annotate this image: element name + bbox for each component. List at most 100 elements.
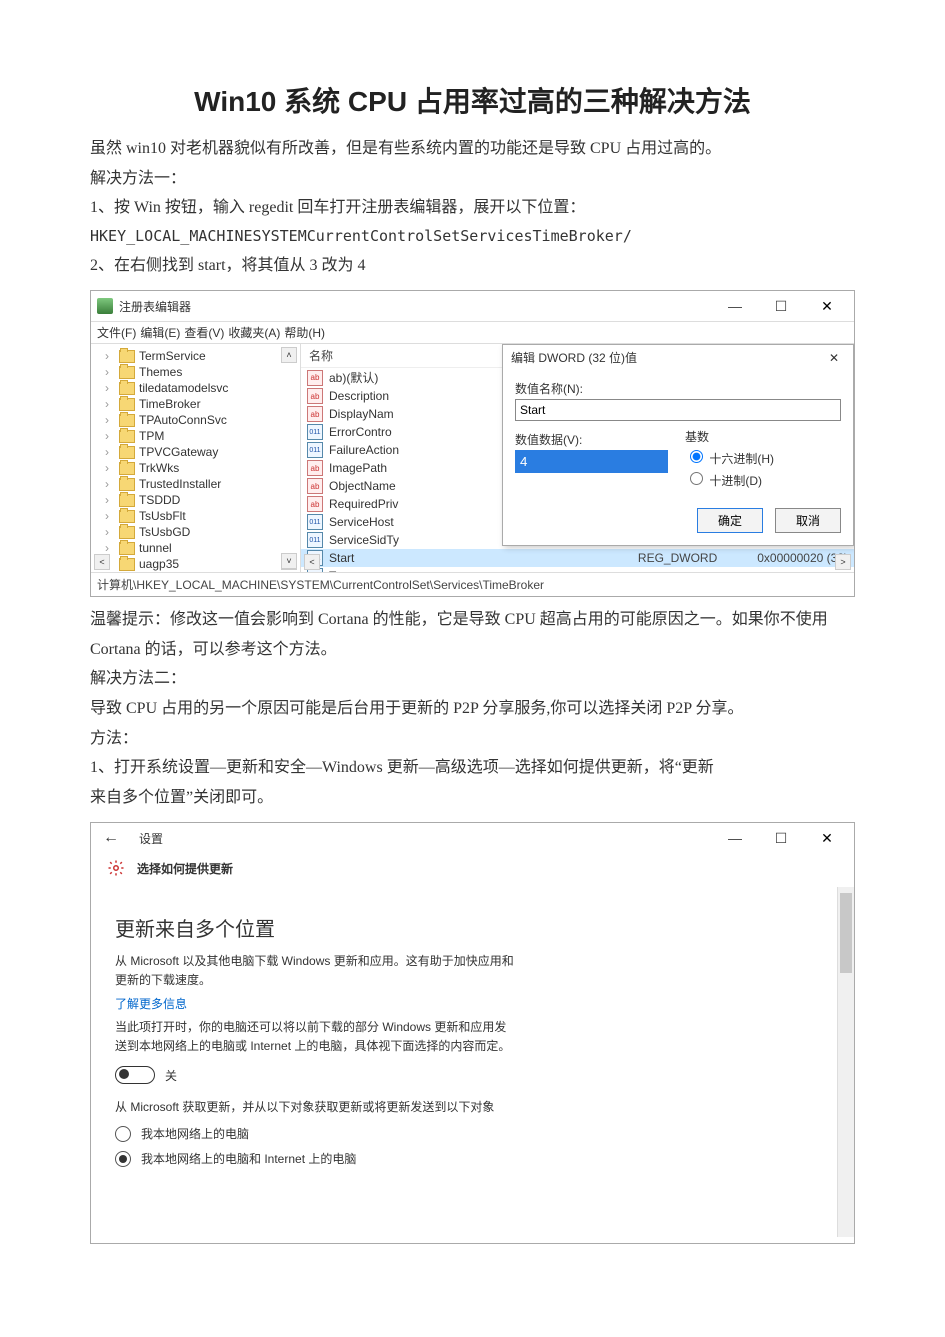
folder-icon — [119, 494, 135, 507]
option-local-label: 我本地网络上的电脑 — [141, 1125, 249, 1142]
settings-option-local[interactable]: 我本地网络上的电脑 — [115, 1125, 830, 1142]
tree-hscroll-left[interactable]: < — [94, 554, 110, 570]
tip-text: 温馨提示：修改这一值会影响到 Cortana 的性能，它是导致 CPU 超高占用… — [90, 605, 855, 664]
folder-icon — [119, 462, 135, 475]
method2-line1: 导致 CPU 占用的另一个原因可能是后台用于更新的 P2P 分享服务,你可以选择… — [90, 694, 855, 724]
dword-data-label: 数值数据(V): — [515, 431, 668, 448]
tree-scroll-down[interactable]: ˅ — [281, 553, 297, 569]
menu-view[interactable]: 查看(V) — [184, 324, 224, 341]
radio-icon-selected — [115, 1151, 131, 1167]
dword-edit-dialog: 编辑 DWORD (32 位)值 ✕ 数值名称(N): 数值数据(V): — [502, 344, 854, 546]
scrollbar-thumb[interactable] — [840, 893, 852, 973]
dword-name-label: 数值名称(N): — [515, 380, 841, 397]
dword-dialog-close-button[interactable]: ✕ — [823, 351, 845, 365]
value-row[interactable]: 011Type — [301, 567, 854, 572]
menu-help[interactable]: 帮助(H) — [284, 324, 325, 341]
binary-value-icon: 011 — [307, 532, 323, 548]
settings-paragraph-2: 当此项打开时，你的电脑还可以将以前下载的部分 Windows 更新和应用发送到本… — [115, 1018, 515, 1056]
binary-value-icon: 011 — [307, 442, 323, 458]
tree-node[interactable]: ›tiledatamodelsvc — [93, 380, 298, 396]
settings-scrollbar[interactable] — [837, 887, 854, 1237]
method2-line2: 方法： — [90, 724, 855, 754]
toggle-track — [115, 1066, 155, 1084]
intro-text: 虽然 win10 对老机器貌似有所改善，但是有些系统内置的功能还是导致 CPU … — [90, 134, 855, 164]
menu-favorites[interactable]: 收藏夹(A) — [228, 324, 280, 341]
settings-maximize-button[interactable]: ☐ — [760, 827, 802, 849]
folder-icon — [119, 398, 135, 411]
folder-icon — [119, 558, 135, 571]
radix-hex-option[interactable]: 十六进制(H) — [685, 447, 838, 467]
method1-registry-path: HKEY_LOCAL_MACHINESYSTEMCurrentControlSe… — [90, 223, 855, 251]
binary-value-icon: 011 — [307, 424, 323, 440]
tree-node[interactable]: ›TimeBroker — [93, 396, 298, 412]
folder-icon — [119, 478, 135, 491]
string-value-icon: ab — [307, 406, 323, 422]
tree-node[interactable]: ›TrkWks — [93, 460, 298, 476]
settings-toggle[interactable]: 关 — [115, 1066, 830, 1084]
tree-node[interactable]: ›TermService — [93, 348, 298, 364]
article-body-2: 温馨提示：修改这一值会影响到 Cortana 的性能，它是导致 CPU 超高占用… — [90, 605, 855, 812]
toggle-knob — [119, 1069, 129, 1079]
regedit-status-path: 计算机\HKEY_LOCAL_MACHINE\SYSTEM\CurrentCon… — [91, 572, 854, 596]
menu-file[interactable]: 文件(F) — [97, 324, 136, 341]
tree-node[interactable]: ›uagp35 — [93, 556, 298, 572]
string-value-icon: ab — [307, 460, 323, 476]
settings-section-header: 更新来自多个位置 — [115, 913, 830, 942]
values-hscroll-left[interactable]: < — [304, 554, 320, 570]
folder-icon — [119, 542, 135, 555]
toggle-label: 关 — [165, 1067, 177, 1084]
string-value-icon: ab — [307, 478, 323, 494]
tree-scroll-up[interactable]: ˄ — [281, 347, 297, 363]
tree-node[interactable]: ›Themes — [93, 364, 298, 380]
settings-option-internet[interactable]: 我本地网络上的电脑和 Internet 上的电脑 — [115, 1150, 830, 1167]
tree-node[interactable]: ›TSDDD — [93, 492, 298, 508]
tree-node[interactable]: ›TPVCGateway — [93, 444, 298, 460]
dword-data-input[interactable] — [515, 450, 668, 473]
menu-edit[interactable]: 编辑(E) — [140, 324, 180, 341]
window-maximize-button[interactable]: ☐ — [760, 295, 802, 317]
radix-dec-option[interactable]: 十进制(D) — [685, 469, 838, 489]
method1-header: 解决方法一： — [90, 164, 855, 194]
dword-name-input[interactable] — [515, 399, 841, 421]
dword-cancel-button[interactable]: 取消 — [775, 508, 841, 533]
registry-values-pane[interactable]: 名称 abab)(默认)abDescriptionabDisplayNam011… — [301, 344, 854, 572]
method1-step1: 1、按 Win 按钮，输入 regedit 回车打开注册表编辑器，展开以下位置： — [90, 193, 855, 223]
regedit-title: 注册表编辑器 — [119, 298, 191, 315]
radio-icon — [115, 1126, 131, 1142]
regedit-titlebar: 注册表编辑器 — ☐ ✕ — [91, 291, 854, 322]
folder-icon — [119, 430, 135, 443]
settings-close-button[interactable]: ✕ — [806, 827, 848, 849]
method2-step1b: 来自多个位置”关闭即可。 — [90, 783, 855, 813]
folder-icon — [119, 350, 135, 363]
tree-node[interactable]: ›TPM — [93, 428, 298, 444]
settings-page-title: 选择如何提供更新 — [137, 860, 233, 877]
window-minimize-button[interactable]: — — [714, 295, 756, 317]
dword-radix-label: 基数 — [685, 428, 838, 445]
folder-icon — [119, 446, 135, 459]
folder-icon — [119, 526, 135, 539]
dword-ok-button[interactable]: 确定 — [697, 508, 763, 533]
settings-paragraph-1: 从 Microsoft 以及其他电脑下载 Windows 更新和应用。这有助于加… — [115, 952, 515, 990]
option-internet-label: 我本地网络上的电脑和 Internet 上的电脑 — [141, 1150, 356, 1167]
tree-node[interactable]: ›tunnel — [93, 540, 298, 556]
tree-node[interactable]: ›TsUsbFlt — [93, 508, 298, 524]
article-title: Win10 系统 CPU 占用率过高的三种解决方法 — [90, 80, 855, 120]
values-hscroll-right[interactable]: > — [835, 554, 851, 570]
gear-icon — [107, 859, 125, 877]
method2-step1a: 1、打开系统设置—更新和安全—Windows 更新—高级选项—选择如何提供更新，… — [90, 753, 855, 783]
string-value-icon: ab — [307, 496, 323, 512]
regedit-window: 注册表编辑器 — ☐ ✕ 文件(F) 编辑(E) 查看(V) 收藏夹(A) 帮助… — [90, 290, 855, 597]
folder-icon — [119, 382, 135, 395]
settings-window: ← 设置 — ☐ ✕ 选择如何提供更新 更新来自多个位置 从 Microsoft… — [90, 822, 855, 1244]
settings-back-button[interactable]: ← — [97, 829, 125, 847]
value-row[interactable]: 011StartREG_DWORD0x00000020 (32) — [301, 549, 854, 567]
settings-learn-more-link[interactable]: 了解更多信息 — [115, 995, 515, 1014]
settings-minimize-button[interactable]: — — [714, 827, 756, 849]
tree-node[interactable]: ›TsUsbGD — [93, 524, 298, 540]
window-close-button[interactable]: ✕ — [806, 295, 848, 317]
dword-dialog-title: 编辑 DWORD (32 位)值 — [511, 349, 637, 366]
tree-node[interactable]: ›TPAutoConnSvc — [93, 412, 298, 428]
registry-tree-pane[interactable]: ˄ ›TermService›Themes›tiledatamodelsvc›T… — [91, 344, 301, 572]
article-body: 虽然 win10 对老机器貌似有所改善，但是有些系统内置的功能还是导致 CPU … — [90, 134, 855, 280]
tree-node[interactable]: ›TrustedInstaller — [93, 476, 298, 492]
